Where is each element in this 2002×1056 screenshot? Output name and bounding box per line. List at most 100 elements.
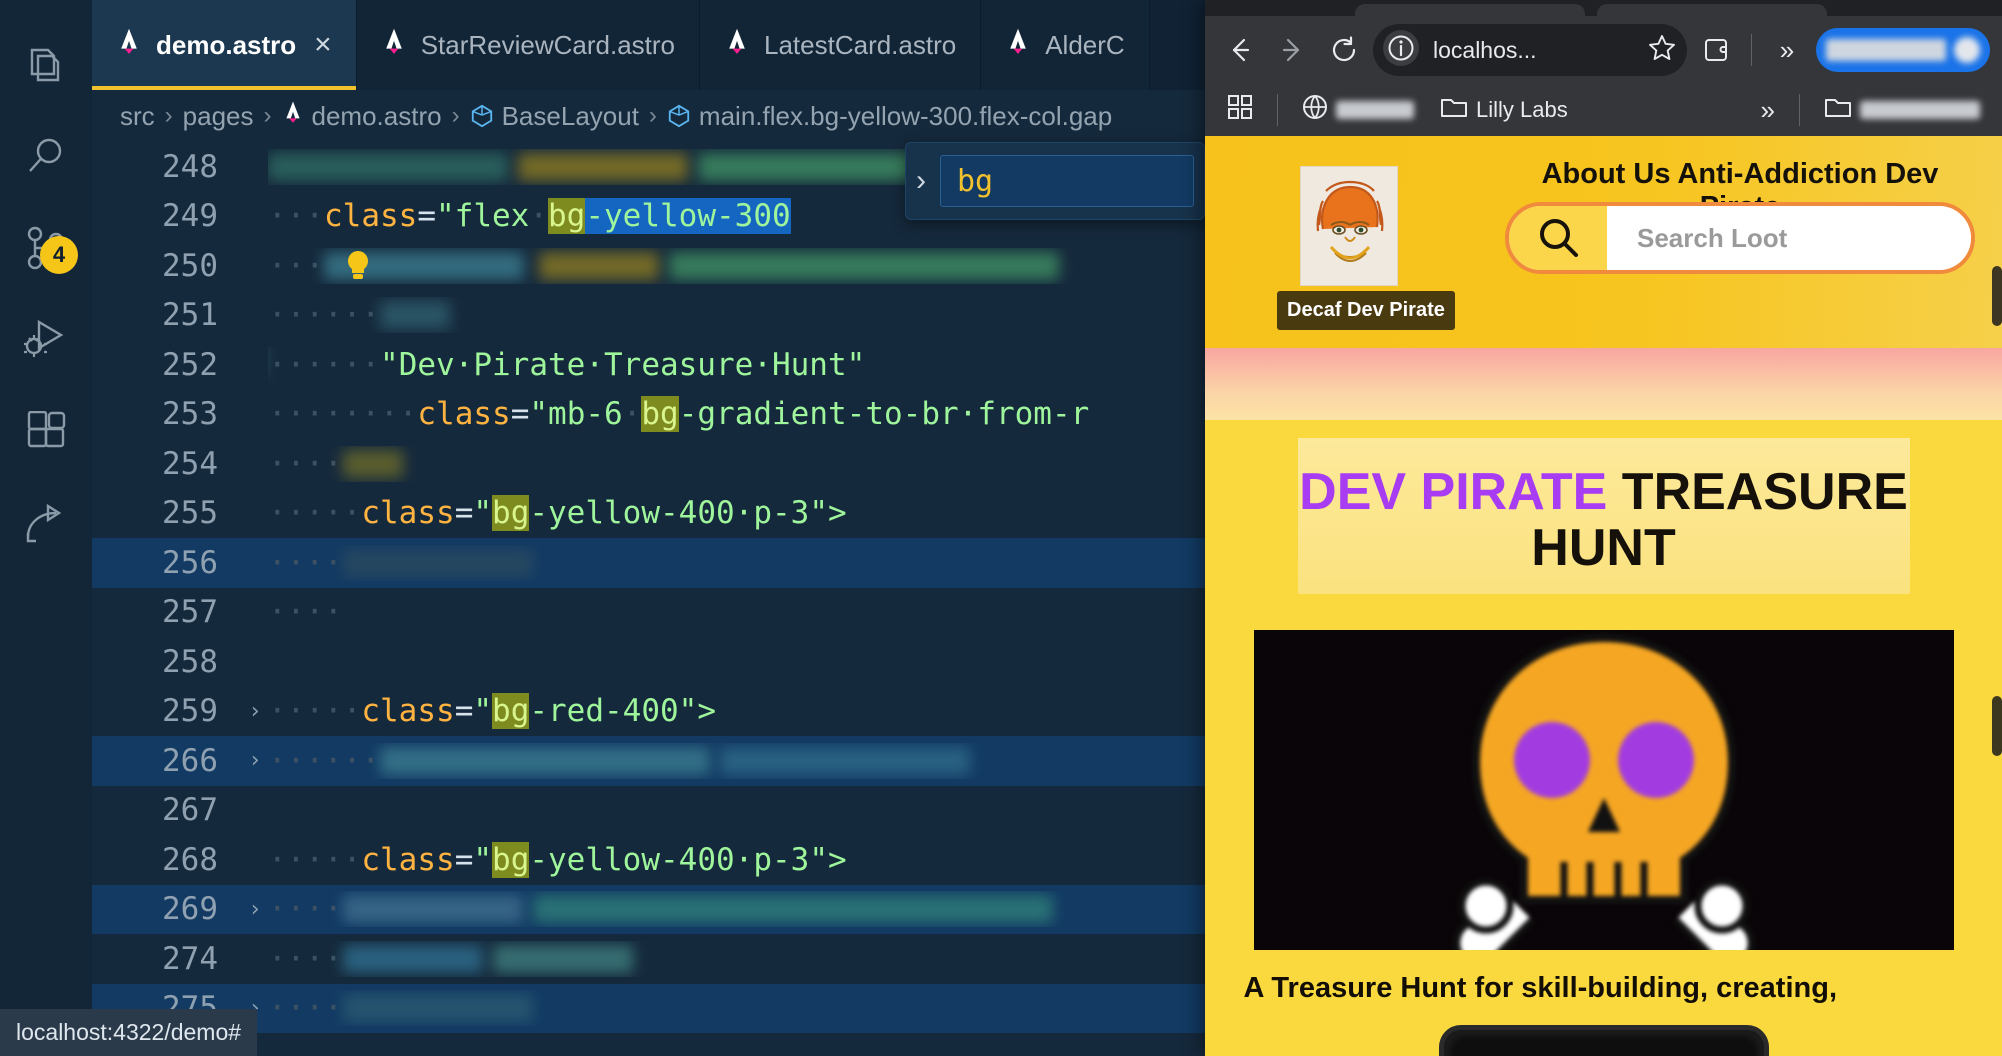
line-number: 268 bbox=[162, 841, 218, 878]
editor-tab-3[interactable]: AlderC bbox=[981, 0, 1150, 90]
page-scrollbar-thumb[interactable] bbox=[1992, 696, 2002, 756]
breadcrumb-item-1[interactable]: pages bbox=[183, 101, 254, 132]
search-icon bbox=[25, 135, 67, 177]
code-text: ···· bbox=[268, 891, 1205, 927]
forward-button[interactable] bbox=[1269, 27, 1315, 73]
code-text: ···· bbox=[268, 545, 1205, 581]
code-text: ······"Dev·Pirate·Treasure·Hunt" bbox=[268, 347, 1205, 383]
line-number: 274 bbox=[162, 940, 218, 977]
astro-icon bbox=[724, 27, 750, 63]
code-line[interactable]: 259 › ·····class="bg-red-400"> bbox=[92, 687, 1205, 737]
sidebar-item-explorer[interactable] bbox=[0, 18, 92, 110]
extensions-puzzle-icon[interactable] bbox=[1693, 27, 1739, 73]
profile-pill[interactable] bbox=[1816, 28, 1990, 72]
code-text: ·····class="bg-yellow-400·p-3"> bbox=[268, 841, 847, 878]
code-text: ···· bbox=[268, 990, 1205, 1026]
remote-explorer-icon bbox=[24, 503, 68, 545]
sidebar-item-extensions[interactable] bbox=[0, 386, 92, 478]
hero-section: DEV PIRATE TREASURE HUNT A Treasure Hunt… bbox=[1205, 420, 2002, 1056]
sidebar-item-remote-explorer[interactable] bbox=[0, 478, 92, 570]
editor-tab-2[interactable]: LatestCard.astro bbox=[700, 0, 982, 90]
editor-tab-label: LatestCard.astro bbox=[764, 29, 957, 60]
extensions-icon bbox=[25, 411, 67, 453]
code-line[interactable]: 257 ···· bbox=[92, 588, 1205, 638]
globe-icon bbox=[1302, 94, 1328, 126]
omnibox[interactable]: localhos... bbox=[1373, 24, 1687, 76]
cube-icon bbox=[470, 104, 494, 128]
bookmark-star-icon[interactable] bbox=[1647, 33, 1677, 68]
bookmark-item-lilly-labs[interactable]: Lilly Labs bbox=[1432, 91, 1576, 129]
lightbulb-icon[interactable] bbox=[344, 249, 372, 283]
profile-name-redacted bbox=[1826, 39, 1946, 61]
chevron-right-icon[interactable]: › bbox=[916, 164, 926, 198]
editor-tab-label: StarReviewCard.astro bbox=[420, 29, 675, 60]
code-line[interactable]: 268 ·····class="bg-yellow-400·p-3"> bbox=[92, 835, 1205, 885]
site-info-icon[interactable] bbox=[1381, 28, 1421, 73]
bookmark-label-redacted bbox=[1860, 101, 1980, 119]
page-scrollbar-thumb[interactable] bbox=[1992, 266, 2002, 326]
fold-indicator[interactable]: › bbox=[242, 748, 268, 773]
toolbar-overflow-button[interactable]: » bbox=[1764, 27, 1810, 73]
screen: 4 demo.astro × StarReviewCard.astro LatestC… bbox=[0, 0, 2002, 1056]
code-line[interactable]: 274 ···· bbox=[92, 934, 1205, 984]
back-button[interactable] bbox=[1217, 27, 1263, 73]
code-line[interactable]: 250 ··· bbox=[92, 241, 1205, 291]
bookmark-item-other[interactable] bbox=[1816, 91, 1988, 129]
code-line[interactable]: 267 bbox=[92, 786, 1205, 836]
phone-mockup bbox=[1438, 1025, 1769, 1056]
sidebar-item-source-control[interactable]: 4 bbox=[0, 202, 92, 294]
code-text: ·····class="bg-red-400"> bbox=[268, 693, 716, 730]
bookmarks-overflow-button[interactable]: » bbox=[1753, 91, 1783, 130]
editor-tab-0[interactable]: demo.astro × bbox=[92, 0, 357, 90]
find-input[interactable]: bg bbox=[940, 155, 1194, 207]
search-input[interactable]: Search Loot bbox=[1607, 206, 1971, 270]
line-number: 256 bbox=[162, 544, 218, 581]
chrome-tab[interactable] bbox=[1597, 4, 1827, 20]
code-text: ········class="mb-6·bg-gradient-to-br·fr… bbox=[268, 396, 1090, 433]
code-line[interactable]: 275›···· bbox=[92, 983, 1205, 1033]
fold-indicator[interactable]: › bbox=[242, 699, 268, 724]
code-line[interactable]: 252 ······"Dev·Pirate·Treasure·Hunt" bbox=[92, 340, 1205, 390]
code-line[interactable]: 266 › ······ bbox=[92, 736, 1205, 786]
code-line[interactable]: 253 ········class="mb-6·bg-gradient-to-br… bbox=[92, 390, 1205, 440]
reload-button[interactable] bbox=[1321, 27, 1367, 73]
find-widget[interactable]: › bg bbox=[905, 142, 1205, 220]
hero-title: DEV PIRATE TREASURE HUNT bbox=[1297, 438, 1910, 595]
chevron-double-icon: » bbox=[1760, 94, 1775, 125]
code-line[interactable]: 251 ······ bbox=[92, 291, 1205, 341]
site-header: Decaf Dev Pirate About Us Anti-Addiction… bbox=[1205, 136, 2002, 348]
url-text[interactable]: localhos... bbox=[1433, 37, 1537, 64]
apps-grid-button[interactable] bbox=[1219, 90, 1261, 130]
line-number: 249 bbox=[162, 198, 218, 235]
editor-tab-1[interactable]: StarReviewCard.astro bbox=[356, 0, 700, 90]
breadcrumb-item-2[interactable]: demo.astro bbox=[282, 100, 442, 131]
code-line[interactable]: 254 ···· bbox=[92, 439, 1205, 489]
breadcrumb-item-3[interactable]: BaseLayout bbox=[470, 101, 639, 132]
code-text: ···· bbox=[268, 941, 1205, 977]
chrome-tab[interactable] bbox=[1355, 4, 1585, 20]
code-line[interactable]: 277 bbox=[92, 1033, 1205, 1056]
hero-title-accent: DEV PIRATE bbox=[1299, 463, 1608, 521]
fold-indicator[interactable]: › bbox=[242, 897, 268, 922]
code-line[interactable]: 258 bbox=[92, 637, 1205, 687]
code-line[interactable]: 269 › ···· bbox=[92, 884, 1205, 934]
magnifier-icon[interactable] bbox=[1509, 206, 1607, 270]
chrome-toolbar: localhos... » bbox=[1205, 16, 2002, 84]
bookmarks-divider-2 bbox=[1799, 94, 1800, 126]
bookmark-item[interactable] bbox=[1294, 90, 1422, 130]
code-line[interactable]: 255 ·····class="bg-yellow-400·p-3"> bbox=[92, 489, 1205, 539]
breadcrumb-item-0[interactable]: src bbox=[120, 101, 155, 132]
breadcrumb-item-4[interactable]: main.flex.bg-yellow-300.flex-col.gap bbox=[667, 101, 1112, 132]
line-number: 258 bbox=[162, 643, 218, 680]
search-bar[interactable]: Search Loot bbox=[1505, 202, 1975, 274]
breadcrumb: src › pages › demo.astro › BaseLayout › main.fle… bbox=[92, 90, 1205, 142]
code-editor[interactable]: 248 249 ···class="flex·bg-yellow-300 250 ···… bbox=[92, 142, 1205, 1056]
sidebar-item-search[interactable] bbox=[0, 110, 92, 202]
chrome-tab-strip[interactable] bbox=[1205, 0, 2002, 20]
sidebar-item-run-and-debug[interactable] bbox=[0, 294, 92, 386]
close-icon[interactable]: × bbox=[314, 30, 332, 60]
gradient-band bbox=[1205, 348, 2002, 420]
line-number: 252 bbox=[162, 346, 218, 383]
code-line[interactable]: 256 ···· bbox=[92, 538, 1205, 588]
activity-bar: 4 bbox=[0, 0, 92, 1056]
